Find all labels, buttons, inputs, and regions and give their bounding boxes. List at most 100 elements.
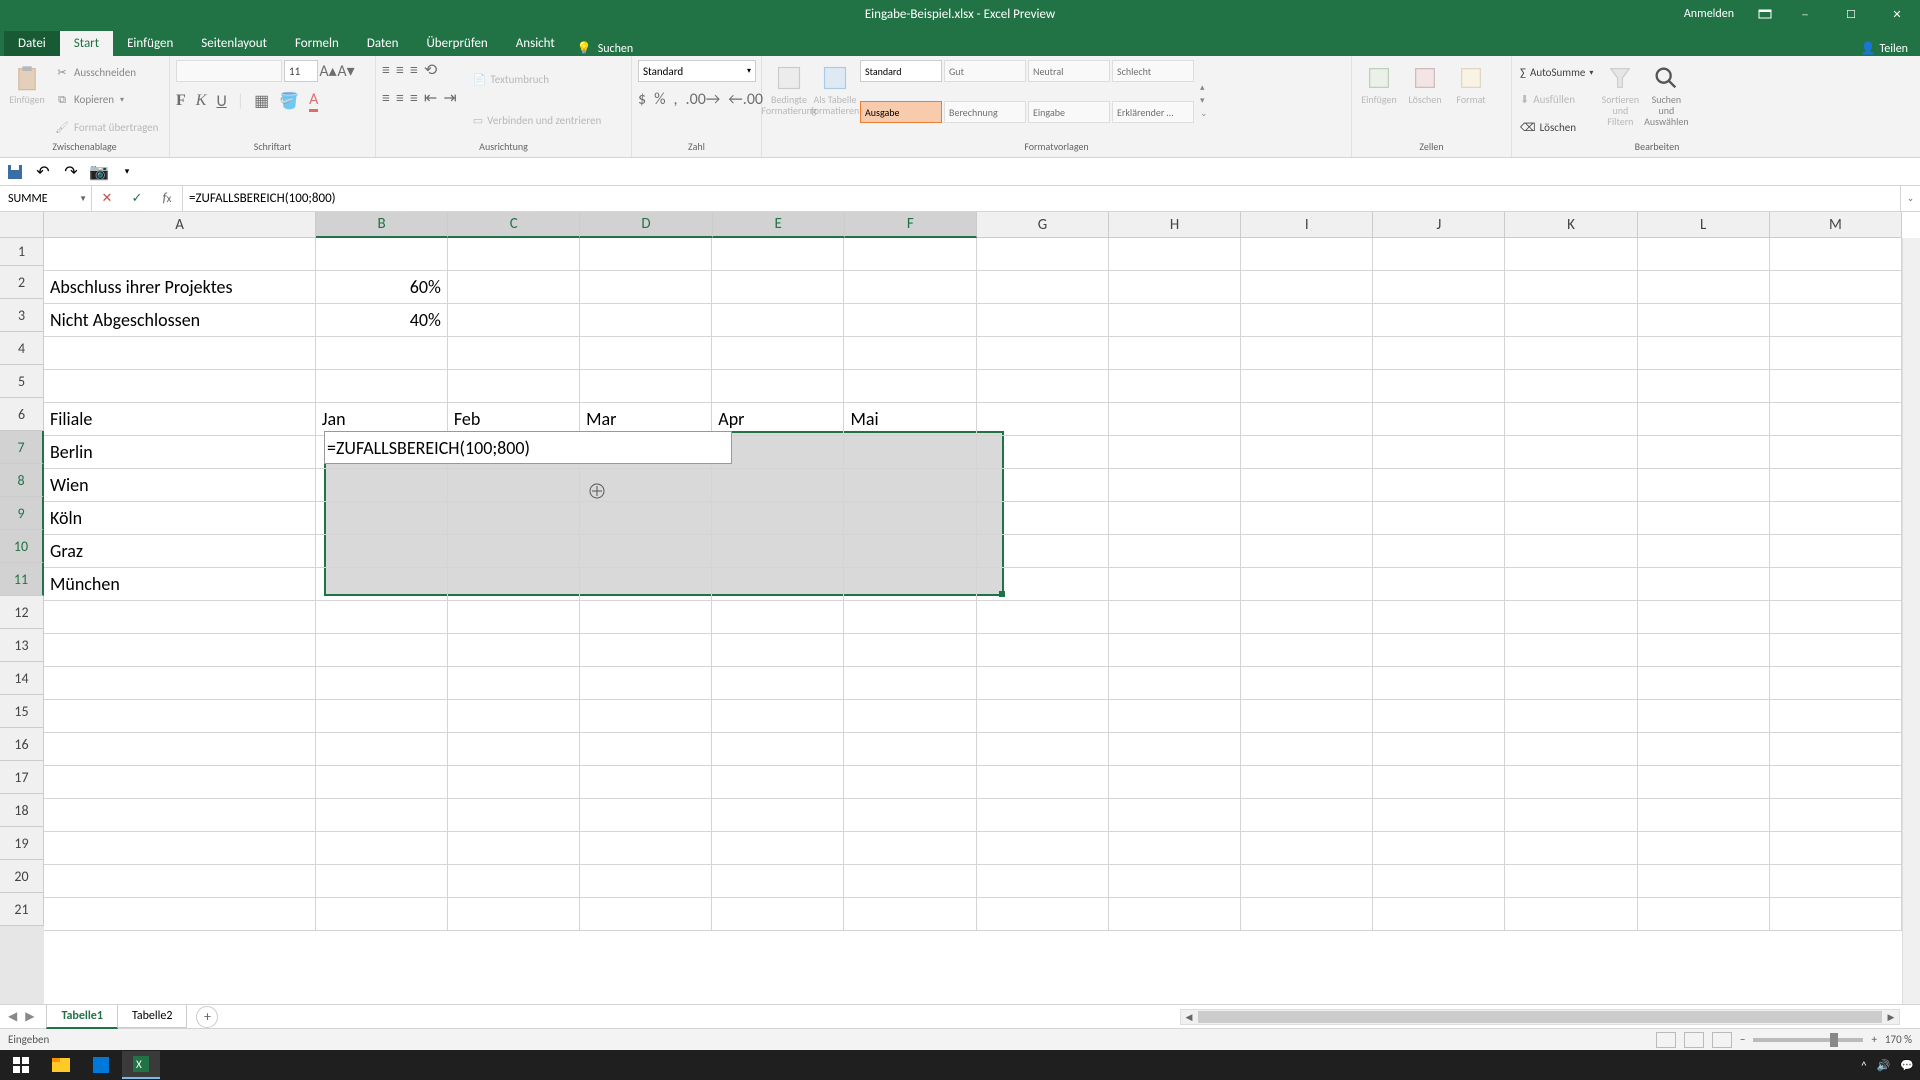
cell-B5[interactable] xyxy=(316,370,448,403)
chevron-down-icon[interactable]: ▼ xyxy=(79,194,87,204)
cell-I3[interactable] xyxy=(1241,304,1373,337)
window-maximize-button[interactable]: ☐ xyxy=(1828,0,1874,28)
cell-H7[interactable] xyxy=(1109,436,1241,469)
tab-einfuegen[interactable]: Einfügen xyxy=(113,31,187,56)
rowhead-21[interactable]: 21 xyxy=(0,893,44,926)
rowhead-18[interactable]: 18 xyxy=(0,794,44,827)
cell-H5[interactable] xyxy=(1109,370,1241,403)
cell-G2[interactable] xyxy=(977,271,1109,304)
tab-ueberpruefen[interactable]: Überprüfen xyxy=(412,31,501,56)
cell-G18[interactable] xyxy=(977,799,1109,832)
cell-M19[interactable] xyxy=(1770,832,1902,865)
start-button[interactable] xyxy=(2,1051,40,1079)
cell-M1[interactable] xyxy=(1770,238,1902,271)
rowhead-10[interactable]: 10 xyxy=(0,530,44,563)
sheet-nav-next-icon[interactable]: ▶ xyxy=(25,1009,34,1024)
cell-B20[interactable] xyxy=(316,865,448,898)
cell-H11[interactable] xyxy=(1109,568,1241,601)
cell-C5[interactable] xyxy=(448,370,580,403)
cell-G14[interactable] xyxy=(977,667,1109,700)
rowhead-14[interactable]: 14 xyxy=(0,662,44,695)
cell-K21[interactable] xyxy=(1505,898,1637,931)
cell-F14[interactable] xyxy=(844,667,976,700)
font-name-select[interactable] xyxy=(176,60,282,82)
colhead-F[interactable]: F xyxy=(845,212,977,238)
sign-in-link[interactable]: Anmelden xyxy=(1670,7,1748,21)
cell-D5[interactable] xyxy=(580,370,712,403)
cell-B19[interactable] xyxy=(316,832,448,865)
rowhead-9[interactable]: 9 xyxy=(0,497,44,530)
sort-filter-button[interactable]: Sortieren und Filtern xyxy=(1599,60,1641,140)
cell-K13[interactable] xyxy=(1505,634,1637,667)
cell-J19[interactable] xyxy=(1373,832,1505,865)
cell-F16[interactable] xyxy=(844,733,976,766)
cell-L12[interactable] xyxy=(1638,601,1770,634)
copy-button[interactable]: ⧉Kopieren▾ xyxy=(52,91,160,109)
gallery-up-icon[interactable]: ▴ xyxy=(1200,82,1208,93)
cell-M5[interactable] xyxy=(1770,370,1902,403)
colhead-E[interactable]: E xyxy=(713,212,845,238)
cell-A8[interactable]: Wien xyxy=(44,469,316,502)
cell-E4[interactable] xyxy=(712,337,844,370)
view-page-layout-button[interactable] xyxy=(1684,1032,1704,1048)
cell-K14[interactable] xyxy=(1505,667,1637,700)
rowhead-8[interactable]: 8 xyxy=(0,464,44,497)
cell-H16[interactable] xyxy=(1109,733,1241,766)
cell-C1[interactable] xyxy=(448,238,580,271)
cell-H15[interactable] xyxy=(1109,700,1241,733)
zoom-in-button[interactable]: + xyxy=(1871,1033,1876,1046)
cell-H9[interactable] xyxy=(1109,502,1241,535)
cell-E18[interactable] xyxy=(712,799,844,832)
cell-B15[interactable] xyxy=(316,700,448,733)
cell-D21[interactable] xyxy=(580,898,712,931)
cell-M15[interactable] xyxy=(1770,700,1902,733)
cell-J7[interactable] xyxy=(1373,436,1505,469)
rowhead-15[interactable]: 15 xyxy=(0,695,44,728)
rowhead-2[interactable]: 2 xyxy=(0,266,44,299)
style-ausgabe[interactable]: Ausgabe xyxy=(860,101,942,123)
cell-I6[interactable] xyxy=(1241,403,1373,436)
cell-G3[interactable] xyxy=(977,304,1109,337)
cell-H2[interactable] xyxy=(1109,271,1241,304)
cell-D8[interactable] xyxy=(580,469,712,502)
cell-G12[interactable] xyxy=(977,601,1109,634)
cells-area[interactable]: =ZUFALLSBEREICH(100;800) Abschluss ihrer… xyxy=(44,238,1902,1004)
cell-C21[interactable] xyxy=(448,898,580,931)
cell-H19[interactable] xyxy=(1109,832,1241,865)
cell-I13[interactable] xyxy=(1241,634,1373,667)
cell-L10[interactable] xyxy=(1638,535,1770,568)
cell-L13[interactable] xyxy=(1638,634,1770,667)
cell-A10[interactable]: Graz xyxy=(44,535,316,568)
cell-A14[interactable] xyxy=(44,667,316,700)
cell-H3[interactable] xyxy=(1109,304,1241,337)
cell-F19[interactable] xyxy=(844,832,976,865)
cell-E1[interactable] xyxy=(712,238,844,271)
cell-G11[interactable] xyxy=(977,568,1109,601)
rowhead-20[interactable]: 20 xyxy=(0,860,44,893)
cell-D13[interactable] xyxy=(580,634,712,667)
cell-I1[interactable] xyxy=(1241,238,1373,271)
cell-I5[interactable] xyxy=(1241,370,1373,403)
cell-I15[interactable] xyxy=(1241,700,1373,733)
cell-D15[interactable] xyxy=(580,700,712,733)
cell-G15[interactable] xyxy=(977,700,1109,733)
find-select-button[interactable]: Suchen und Auswählen xyxy=(1645,60,1687,140)
cell-E16[interactable] xyxy=(712,733,844,766)
cell-I18[interactable] xyxy=(1241,799,1373,832)
font-size-select[interactable]: 11 xyxy=(284,60,318,82)
tray-chevron-icon[interactable]: ^ xyxy=(1861,1059,1866,1072)
cell-J12[interactable] xyxy=(1373,601,1505,634)
cell-D11[interactable] xyxy=(580,568,712,601)
fill-button[interactable]: ⬇Ausfüllen xyxy=(1518,92,1595,107)
cell-D19[interactable] xyxy=(580,832,712,865)
cell-C19[interactable] xyxy=(448,832,580,865)
cell-K1[interactable] xyxy=(1505,238,1637,271)
cell-K2[interactable] xyxy=(1505,271,1637,304)
cell-K12[interactable] xyxy=(1505,601,1637,634)
colhead-L[interactable]: L xyxy=(1638,212,1770,238)
cell-C18[interactable] xyxy=(448,799,580,832)
window-minimize-button[interactable]: ─ xyxy=(1782,0,1828,28)
cell-E9[interactable] xyxy=(712,502,844,535)
colhead-C[interactable]: C xyxy=(448,212,580,238)
cell-D2[interactable] xyxy=(580,271,712,304)
